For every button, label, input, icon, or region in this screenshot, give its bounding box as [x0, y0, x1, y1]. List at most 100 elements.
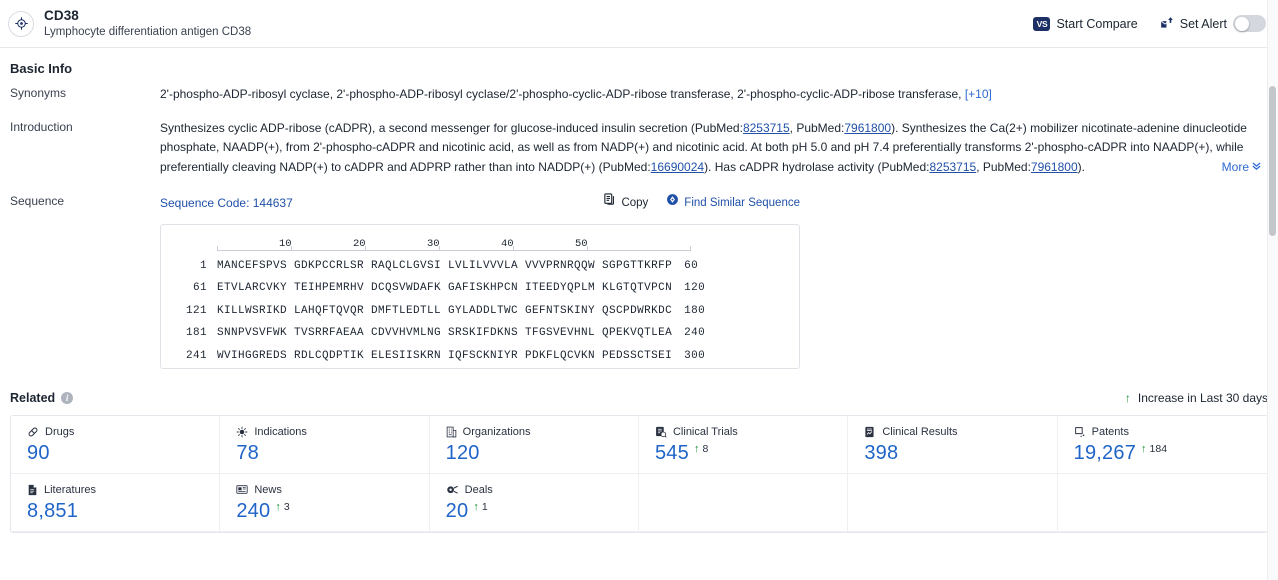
card-value-row: 398	[864, 443, 1056, 463]
synonyms-text: 2'-phospho-ADP-ribosyl cyclase, 2'-phosp…	[160, 87, 962, 101]
find-similar-sequence-button[interactable]: Find Similar Sequence	[666, 193, 800, 214]
introduction-text: Synthesizes cyclic ADP-ribose (cADPR), a…	[160, 119, 1268, 177]
delta-count: 184	[1149, 442, 1168, 455]
page-scrollbar[interactable]	[1267, 0, 1278, 580]
card-count: 20	[445, 499, 469, 522]
card-header: Clinical Trials	[655, 426, 847, 438]
related-card-clinical-trials[interactable]: Clinical Trials 545 ↑ 8	[638, 415, 849, 474]
page-subtitle: Lymphocyte differentiation antigen CD38	[44, 25, 252, 38]
card-count: 240	[236, 499, 271, 522]
alert-bell-envelope-icon	[1160, 17, 1174, 30]
pubmed-link-8253715-b[interactable]: 8253715	[929, 160, 976, 174]
related-card-organizations[interactable]: Organizations 120	[429, 415, 639, 474]
info-icon[interactable]: i	[61, 391, 74, 404]
pubmed-link-16690024[interactable]: 16690024	[651, 160, 704, 174]
target-crosshair-icon	[8, 10, 34, 37]
card-count: 398	[864, 441, 899, 464]
ruler-tick-20: 20	[353, 237, 366, 250]
card-label: Deals	[464, 483, 493, 496]
title-block: CD38 Lymphocyte differentiation antigen …	[44, 8, 251, 39]
sequence-line-residues: KILLWSRIKD LAHQFTQVQR DMFTLEDTLL GYLADDL…	[217, 304, 673, 317]
card-count: 78	[236, 441, 259, 464]
copy-button[interactable]: Copy	[604, 193, 648, 214]
delta-count: 3	[283, 500, 290, 513]
synonyms-value: 2'-phospho-ADP-ribosyl cyclase, 2'-phosp…	[160, 85, 1268, 105]
card-label: Drugs	[45, 425, 75, 438]
related-header: Related i ↑ Increase in Last 30 days	[10, 391, 1268, 405]
virus-icon	[236, 426, 248, 438]
sequence-line-start: 181	[185, 327, 207, 339]
set-alert-label: Set Alert	[1179, 16, 1227, 31]
card-header: Deals	[446, 484, 638, 496]
card-delta: ↑ 8	[693, 442, 708, 455]
sequence-code: Sequence Code: 144637	[160, 195, 293, 210]
card-label: Patents	[1091, 425, 1129, 438]
pubmed-link-7961800-b[interactable]: 7961800	[1031, 160, 1078, 174]
introduction-label: Introduction	[10, 119, 73, 134]
building-icon	[446, 426, 457, 438]
card-count: 19,267	[1073, 441, 1137, 464]
pubmed-link-7961800[interactable]: 7961800	[844, 121, 891, 135]
delta-up-arrow-icon: ↑	[473, 500, 479, 513]
ruler-mark-30	[439, 245, 440, 250]
delta-up-arrow-icon: ↑	[693, 442, 700, 455]
find-similar-icon	[666, 193, 679, 214]
card-count: 90	[27, 441, 50, 464]
sequence-line-end: 180	[684, 304, 706, 317]
set-alert-control[interactable]: Set Alert	[1160, 15, 1266, 32]
related-cards-grid: Drugs 90 Indications 78 Organizations 120 Clin…	[10, 414, 1268, 533]
set-alert-toggle[interactable]	[1233, 15, 1266, 32]
related-card-clinical-results[interactable]: Clinical Results 398	[848, 415, 1058, 474]
delta-up-arrow-icon: ↑	[275, 500, 281, 513]
intro-part-5: , PubMed:	[976, 159, 1031, 174]
up-arrow-icon: ↑	[1124, 390, 1131, 405]
related-card-literatures[interactable]: Literatures 8,851	[11, 473, 221, 532]
page-header: CD38 Lymphocyte differentiation antigen …	[0, 0, 1278, 48]
related-card-patents[interactable]: Patents 19,267 ↑ 184	[1057, 416, 1267, 474]
related-title: Related	[10, 390, 56, 405]
delta-count: 1	[481, 500, 488, 513]
card-value-row: 120	[446, 443, 638, 463]
sequence-line-start: 121	[185, 304, 207, 317]
intro-part-6: ).	[1077, 159, 1085, 174]
intro-part-4: ). Has cADPR hydrolase activity (PubMed:	[704, 159, 930, 174]
page-title: CD38	[44, 8, 79, 24]
deals-icon	[446, 484, 459, 496]
ruler-tick-50: 50	[575, 237, 588, 250]
card-value-row: 20 ↑ 1	[446, 501, 638, 521]
sequence-lines: 1 MANCEFSPVS GDKPCCRLSR RAQLCLGVSI LVLILV…	[173, 257, 787, 367]
sequence-line: 241 WVIHGGREDS RDLCQDPTIK ELESIISKRN IQFS…	[173, 347, 787, 367]
vs-icon: VS	[1033, 16, 1051, 31]
related-card-drugs[interactable]: Drugs 90	[11, 415, 221, 474]
start-compare-button[interactable]: VS Start Compare	[1033, 16, 1138, 31]
card-value-row: 90	[27, 443, 219, 463]
card-header: Drugs	[27, 426, 219, 438]
scrollbar-thumb[interactable]	[1269, 86, 1276, 236]
pubmed-link-8253715[interactable]: 8253715	[743, 121, 790, 135]
related-card-news[interactable]: News 240 ↑ 3	[220, 473, 430, 532]
sequence-line-end: 120	[684, 282, 706, 294]
clinical-trial-icon	[655, 426, 667, 438]
sequence-line: 61 ETVLARCVKY TEIHPEMRHV DCQSVWDAFK GAFIS…	[173, 279, 787, 299]
card-label: Organizations	[462, 425, 531, 438]
related-card-deals[interactable]: Deals 20 ↑ 1	[429, 473, 639, 532]
sequence-line-residues: SNNPVSVFWK TVSRRFAEAA CDVVHVMLNG SRSKIFD…	[217, 327, 673, 339]
card-delta: ↑ 184	[1141, 442, 1168, 455]
related-card-empty	[848, 473, 1058, 532]
card-label: Literatures	[44, 483, 96, 496]
sequence-box[interactable]: 10 20 30 40 50 1 MANCEFSPVS GDKPCCRLSR R…	[160, 223, 800, 369]
sequence-ruler: 10 20 30 40 50	[217, 235, 717, 257]
introduction-more-button[interactable]: More	[1215, 157, 1262, 177]
more-label: More	[1221, 159, 1249, 174]
sequence-line-end: 60	[684, 259, 699, 272]
ruler-mark-20	[365, 245, 366, 250]
copy-label: Copy	[621, 196, 649, 209]
intro-part-1: Synthesizes cyclic ADP-ribose (cADPR), a…	[160, 120, 743, 135]
card-value-row: 545 ↑ 8	[655, 443, 847, 463]
sequence-line: 1 MANCEFSPVS GDKPCCRLSR RAQLCLGVSI LVLILV…	[173, 257, 787, 277]
sequence-line-residues: MANCEFSPVS GDKPCCRLSR RAQLCLGVSI LVLILVV…	[217, 259, 673, 272]
increase-legend: ↑ Increase in Last 30 days	[1125, 391, 1268, 405]
related-card-indications[interactable]: Indications 78	[220, 415, 430, 474]
synonyms-expand-link[interactable]: [+10]	[965, 87, 992, 101]
card-label: Indications	[254, 425, 307, 438]
